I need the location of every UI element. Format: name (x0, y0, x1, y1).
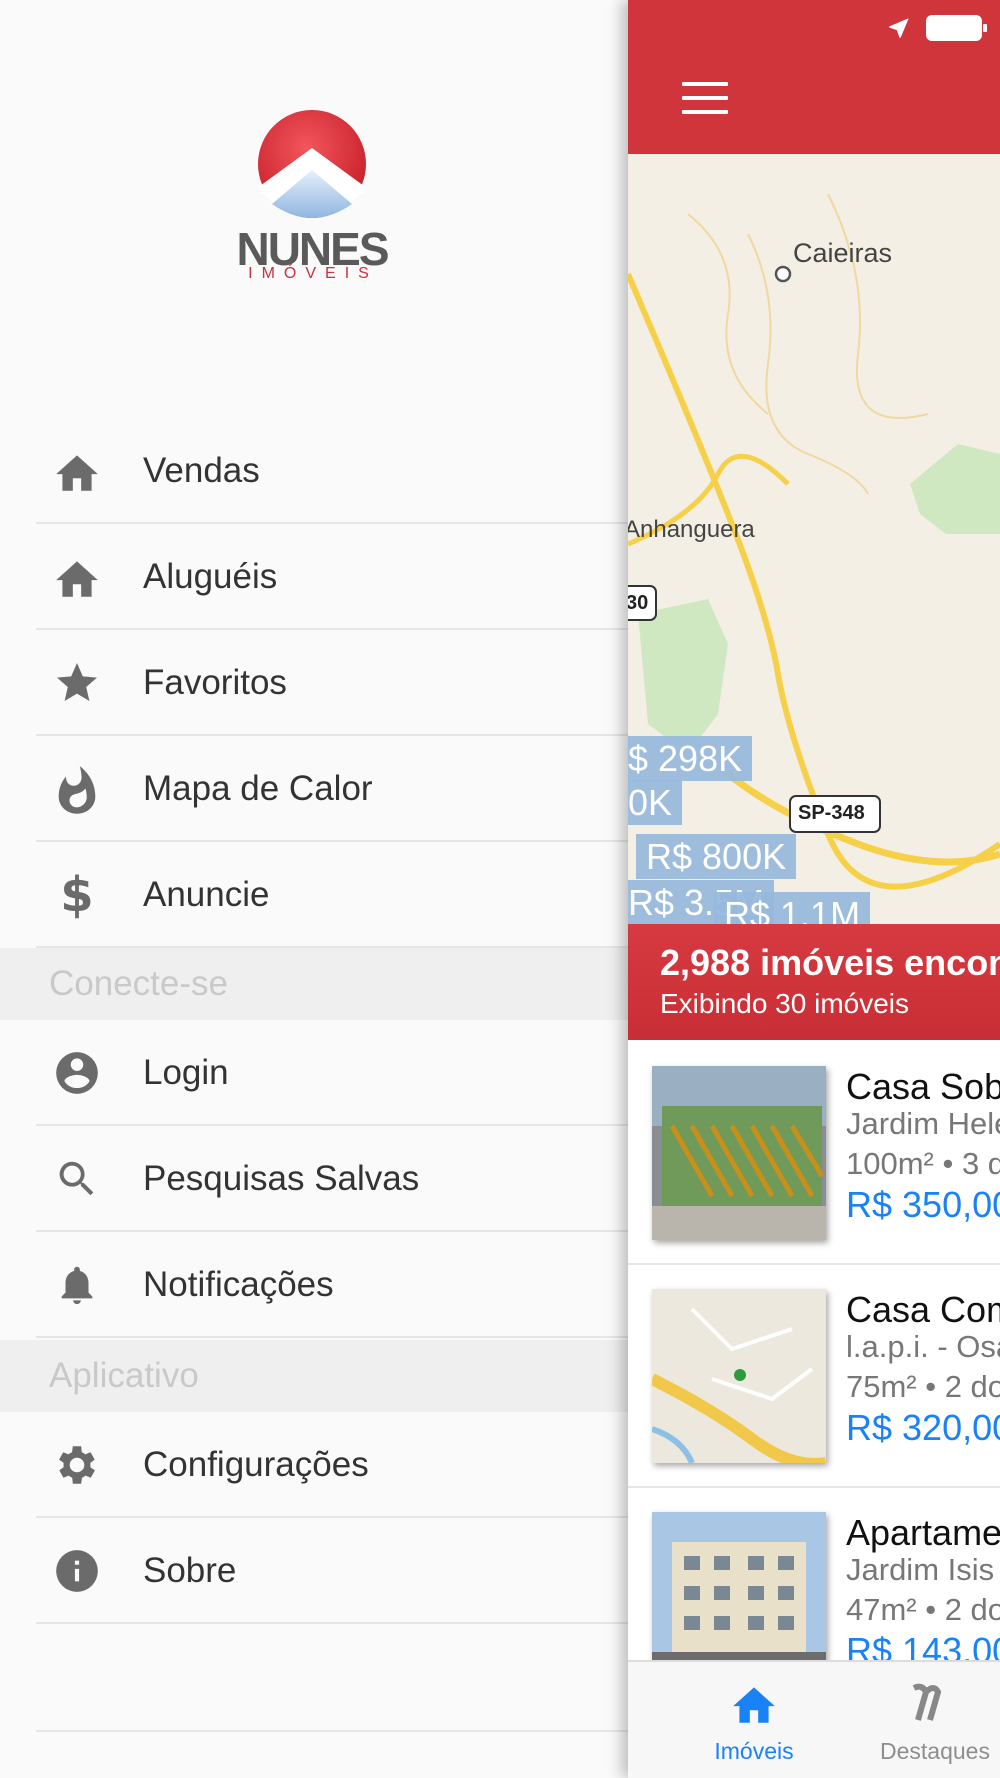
listing-details: 100m² • 3 dorms (846, 1146, 1000, 1181)
dollar-icon: $ (60, 867, 94, 923)
tab-imoveis[interactable]: Imóveis (628, 1662, 880, 1778)
menu-item-notificacoes[interactable]: Notificações (0, 1232, 628, 1338)
menu-item-label: Anuncie (143, 875, 270, 914)
menu-item-label: Notificações (143, 1265, 334, 1304)
menu-main: Vendas Aluguéis Favoritos Mapa de Calor … (0, 418, 628, 948)
price-marker[interactable]: 0K (628, 780, 683, 826)
menu-icon[interactable] (682, 82, 728, 114)
listing-title: Casa Sobrado (846, 1066, 1000, 1107)
menu-app: Configurações Sobre (0, 1412, 628, 1624)
listing-card[interactable]: Casa Com l.a.p.i. - Osasco 75m² • 2 dorm… (628, 1263, 1000, 1488)
listing-photo (652, 1289, 826, 1463)
section-header-connect: Conecte-se (0, 948, 628, 1020)
listing-photo (652, 1066, 826, 1240)
section-title: Conecte-se (49, 964, 228, 1003)
map-label-city: Caieiras (793, 238, 893, 268)
tab-label: Imóveis (714, 1738, 794, 1764)
home-icon (50, 444, 104, 498)
main-panel: Caieiras Anhanguera 30 SP-348 $ 298K 0K … (628, 0, 1000, 1778)
menu-item-configuracoes[interactable]: Configurações (0, 1412, 628, 1518)
highlight-icon (912, 1683, 942, 1721)
menu-item-alugueis[interactable]: Aluguéis (0, 524, 628, 630)
listing-card[interactable]: Casa Sobrado Jardim Helena 100m² • 3 dor… (628, 1040, 1000, 1265)
menu-item-pesquisas-salvas[interactable]: Pesquisas Salvas (0, 1126, 628, 1232)
listing-title: Casa Com (846, 1289, 1000, 1330)
brand-tagline: IMÓVEIS (248, 265, 378, 282)
brand-logo: NUNES IMÓVEIS (232, 108, 392, 288)
tab-destaques[interactable]: Destaques (880, 1662, 1000, 1778)
listing-card[interactable]: Apartamento Jardim Isis 47m² • 2 dorms R… (628, 1486, 1000, 1660)
section-title: Aplicativo (49, 1356, 199, 1395)
tab-label: Destaques (880, 1738, 990, 1764)
menu-item-label: Mapa de Calor (143, 769, 373, 808)
gear-icon (50, 1438, 104, 1492)
section-header-app: Aplicativo (0, 1340, 628, 1412)
divider (36, 1730, 628, 1732)
menu-item-login[interactable]: Login (0, 1020, 628, 1126)
status-bar (886, 14, 988, 42)
listing-title: Apartamento (846, 1512, 1000, 1553)
listing-photo (652, 1512, 826, 1660)
listing-location: Jardim Helena (846, 1106, 1000, 1141)
map-road-shield: SP-348 (798, 802, 865, 824)
home-icon (733, 1687, 775, 1723)
menu-item-label: Pesquisas Salvas (143, 1159, 420, 1198)
menu-item-anuncie[interactable]: $ Anuncie (0, 842, 628, 948)
price-marker[interactable]: R$ 1.1M (714, 892, 871, 924)
map-label-road: Anhanguera (628, 516, 755, 543)
results-count: 2,988 imóveis encontrados (660, 942, 1000, 983)
menu-item-sobre[interactable]: Sobre (0, 1518, 628, 1624)
bell-icon (50, 1258, 104, 1312)
listing-list: Casa Sobrado Jardim Helena 100m² • 3 dor… (628, 1040, 1000, 1660)
navigation-drawer: NUNES IMÓVEIS Vendas Aluguéis Favoritos (0, 0, 628, 1778)
results-banner[interactable]: 2,988 imóveis encontrados Exibindo 30 im… (628, 924, 1000, 1040)
tab-bar: Imóveis Destaques (628, 1660, 1000, 1778)
listing-price: R$ 320,000 (846, 1407, 1000, 1448)
info-icon (50, 1544, 104, 1598)
search-icon (50, 1152, 104, 1206)
listing-details: 47m² • 2 dorms (846, 1592, 1000, 1627)
map-road-shield: 30 (628, 592, 649, 614)
menu-item-label: Favoritos (143, 663, 287, 702)
map-view[interactable]: Caieiras Anhanguera 30 SP-348 $ 298K 0K … (628, 154, 1000, 924)
listing-location: l.a.p.i. - Osasco (846, 1329, 1000, 1364)
listing-details: 75m² • 2 dorms (846, 1369, 1000, 1404)
listing-price: R$ 143,000 (846, 1630, 1000, 1660)
account-icon (50, 1046, 104, 1100)
menu-item-label: Vendas (143, 451, 260, 490)
battery-icon (926, 15, 987, 41)
price-marker[interactable]: $ 298K (628, 736, 753, 782)
menu-item-mapa-de-calor[interactable]: Mapa de Calor (0, 736, 628, 842)
menu-item-vendas[interactable]: Vendas (0, 418, 628, 524)
menu-item-label: Aluguéis (143, 557, 278, 596)
star-icon (50, 656, 104, 710)
logo-mark (258, 110, 366, 218)
nav-bar (628, 0, 1000, 154)
location-arrow-icon (889, 18, 909, 38)
price-marker[interactable]: R$ 800K (636, 834, 797, 880)
menu-item-label: Sobre (143, 1551, 237, 1590)
menu-item-label: Login (143, 1053, 229, 1092)
menu-item-favoritos[interactable]: Favoritos (0, 630, 628, 736)
listing-location: Jardim Isis (846, 1552, 995, 1587)
home-icon (50, 550, 104, 604)
menu-item-label: Configurações (143, 1445, 369, 1484)
results-showing: Exibindo 30 imóveis (660, 988, 910, 1019)
menu-connect: Login Pesquisas Salvas Notificações (0, 1020, 628, 1338)
listing-price: R$ 350,000 (846, 1184, 1000, 1225)
flame-icon (50, 762, 104, 816)
